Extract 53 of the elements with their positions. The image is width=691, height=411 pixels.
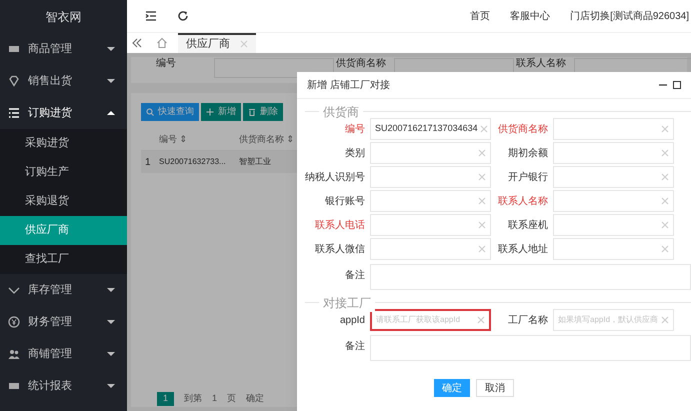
menu-item[interactable]: 商品管理 [0, 33, 127, 65]
menu-item[interactable]: 统计报表 [0, 370, 127, 402]
header-link[interactable]: 首页 [470, 8, 490, 24]
search-label: 编号 [156, 58, 177, 70]
field-label: 期初余额 [507, 146, 549, 160]
field-label: 银行账号 [324, 194, 366, 208]
field-label: 供货商名称 [497, 122, 549, 136]
submenu-item[interactable]: 查找工厂 [0, 245, 127, 274]
page-tab[interactable]: 供应厂商 [178, 33, 256, 53]
pagination-text[interactable]: 到第 [184, 392, 202, 406]
field-label: 联系人微信 [314, 242, 366, 256]
field-label: 备注 [344, 268, 366, 283]
pagination-text[interactable]: 1 [212, 392, 218, 406]
field-label: 联系座机 [507, 218, 549, 232]
table-cell-text: 智塑工业 [239, 156, 272, 168]
field-label: 联系人名称 [497, 194, 549, 208]
submenu-item[interactable]: 采购进货 [0, 129, 127, 158]
search-label: 联系人名称 [516, 58, 567, 70]
section-legend: 对接工厂 [319, 294, 375, 312]
menu-item[interactable]: 库存管理 [0, 274, 127, 306]
field-label: 纳税人识别号 [305, 170, 366, 184]
field-label: 备注 [344, 340, 366, 354]
menu-item[interactable]: 财务管理 [0, 306, 127, 338]
field-label: 编号 [344, 122, 366, 136]
cancel-button[interactable]: 取消 [476, 379, 514, 397]
field-label: 类别 [344, 146, 366, 160]
field-label: 联系人地址 [497, 242, 549, 256]
column-header[interactable]: 编号 ⇕ [159, 132, 239, 146]
menu-item[interactable]: 销售出货 [0, 65, 127, 97]
dialog-title: 新增 店铺工厂对接 [307, 78, 391, 92]
header-link[interactable]: 客服中心 [510, 8, 550, 24]
field-value: SU200716217137034634 [375, 122, 478, 136]
field-label: 工厂名称 [507, 314, 549, 328]
submenu-item[interactable]: 供应厂商 [0, 216, 127, 245]
menu-item[interactable]: 订购进货 [0, 97, 127, 129]
field-label: 开户银行 [507, 170, 549, 184]
menu-item[interactable]: 商铺管理 [0, 338, 127, 370]
search-label: 供货商名称 [336, 58, 387, 70]
pagination-text[interactable]: 页 [227, 392, 236, 406]
section-legend: 供货商 [319, 103, 363, 121]
submenu-item[interactable]: 采购退货 [0, 187, 127, 216]
header-link[interactable]: 门店切换[测试商品926034] [570, 8, 689, 24]
table-cell-text: SU20071632733... [159, 156, 227, 168]
logo-text: 智衣网 [46, 8, 82, 26]
column-header[interactable]: 供货商名称 ⇕ [239, 132, 299, 146]
field-label: appId [338, 314, 366, 328]
pagination-text[interactable]: 确定 [246, 392, 264, 406]
field-placeholder: 如果填写appId，默认供应商 [558, 314, 659, 326]
field-placeholder: 请联系工厂获取该appId [376, 314, 462, 326]
row-number: 1 [144, 156, 152, 170]
text-field[interactable]: SU200716217137034634 [370, 118, 491, 140]
field-label: 联系人电话 [314, 218, 366, 232]
submenu-item[interactable]: 订购生产 [0, 158, 127, 187]
